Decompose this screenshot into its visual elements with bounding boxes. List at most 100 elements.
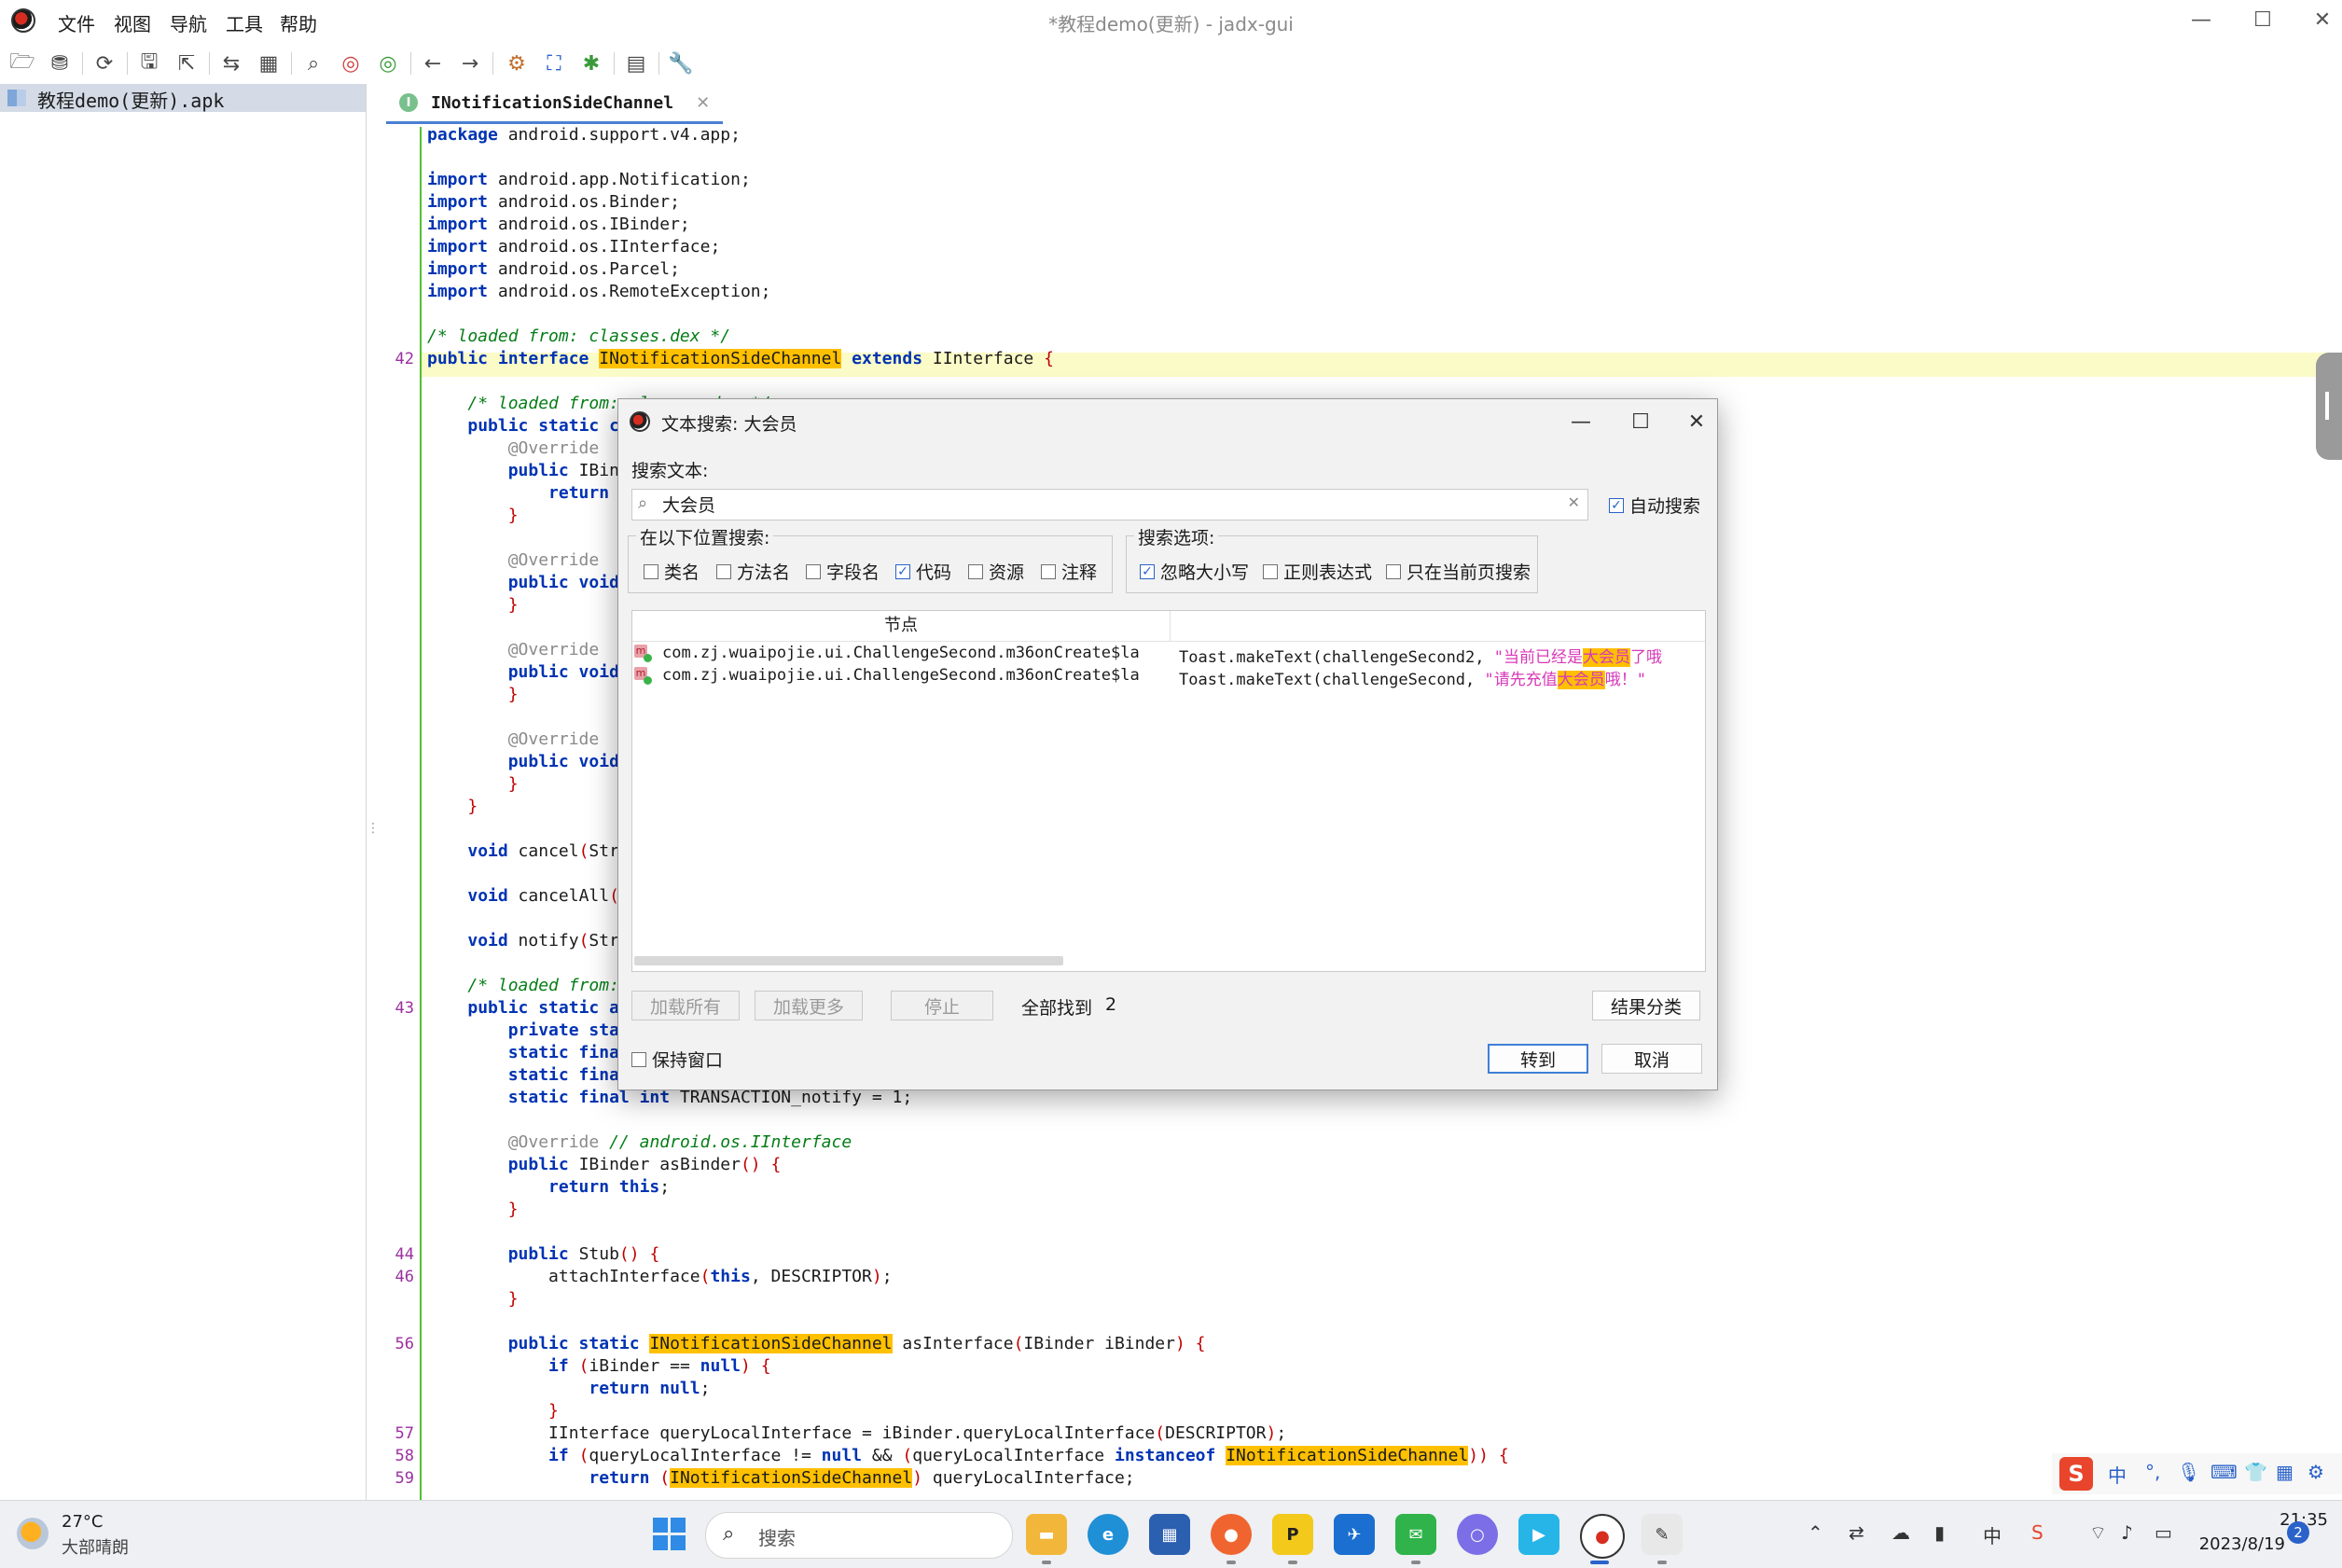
clear-search-icon[interactable]: ✕ — [1568, 493, 1580, 511]
open-file-icon[interactable]: 🗁 — [7, 49, 37, 78]
auto-search-checkbox[interactable]: ✓ 自动搜索 — [1609, 493, 1700, 518]
current-page-only-checkbox[interactable]: 只在当前页搜索 — [1386, 559, 1531, 584]
tray-app-icon[interactable]: ⇄ — [1849, 1521, 1864, 1544]
dialog-maximize-button[interactable]: ☐ — [1622, 407, 1659, 438]
sogou-ime-icon[interactable]: S — [2059, 1457, 2093, 1491]
firefox-icon[interactable]: ● — [1211, 1514, 1252, 1555]
skin-icon[interactable]: 👕 — [2244, 1461, 2267, 1483]
potplayer-icon[interactable]: P — [1272, 1514, 1313, 1555]
splitter-handle[interactable]: ⋮ — [367, 821, 380, 840]
edge-browser-icon[interactable]: e — [1088, 1514, 1129, 1555]
search-input[interactable] — [662, 492, 1558, 516]
code-line: import android.os.IInterface; — [427, 237, 721, 257]
back-icon[interactable]: ← — [418, 49, 448, 78]
file-explorer-icon[interactable]: ▬ — [1026, 1514, 1067, 1555]
code-line: } — [507, 774, 519, 794]
tree-item-apk[interactable]: 教程demo(更新).apk — [0, 84, 366, 112]
quark-icon[interactable]: ⛶ — [539, 49, 569, 78]
sogou-tray-icon[interactable]: S — [2031, 1521, 2044, 1544]
line-number: 57 — [395, 1424, 414, 1443]
maximize-button[interactable]: ☐ — [2244, 6, 2281, 35]
ime-settings-icon[interactable]: ⚙ — [2307, 1461, 2324, 1483]
goto-button[interactable]: 转到 — [1488, 1044, 1588, 1074]
volume-icon[interactable]: ♪ — [2121, 1521, 2133, 1544]
find-usage-icon[interactable]: ◎ — [373, 49, 403, 78]
find-class-icon[interactable]: ◎ — [336, 49, 366, 78]
scope-field-checkbox[interactable]: 字段名 — [806, 559, 880, 584]
ime-language[interactable]: 中 — [2108, 1461, 2127, 1488]
result-row[interactable]: m com.zj.wuaipojie.ui.ChallengeSecond.m3… — [632, 665, 1705, 689]
keyboard-icon[interactable]: ⌨ — [2210, 1461, 2238, 1483]
auto-search-label: 自动搜索 — [1629, 496, 1701, 517]
line-number: 44 — [395, 1245, 414, 1264]
microphone-icon[interactable]: 🎙 — [2177, 1461, 2200, 1483]
punctuation-icon[interactable]: °, — [2145, 1461, 2160, 1483]
onedrive-icon[interactable]: ☁ — [1892, 1521, 1910, 1544]
toolbox-icon[interactable]: ▦ — [2276, 1461, 2293, 1483]
load-more-button[interactable]: 加载更多 — [755, 991, 863, 1020]
deobfuscation-icon[interactable]: ⚙ — [502, 49, 532, 78]
flatten-packages-icon[interactable]: ▦ — [254, 49, 284, 78]
code-line: return null; — [589, 1379, 711, 1398]
column-header-node[interactable]: 节点 — [632, 611, 1171, 641]
log-icon[interactable]: ▤ — [621, 49, 651, 78]
editor-scrollbar-thumb[interactable] — [2316, 353, 2342, 460]
weather-icon[interactable] — [17, 1518, 49, 1549]
ignore-case-checkbox[interactable]: ✓ 忽略大小写 — [1140, 559, 1249, 584]
wechat-icon[interactable]: ✉ — [1395, 1514, 1436, 1555]
battery-icon[interactable]: ▭ — [2155, 1521, 2172, 1544]
scope-method-checkbox[interactable]: 方法名 — [716, 559, 790, 584]
group-results-button[interactable]: 结果分类 — [1592, 991, 1700, 1020]
ime-indicator-icon[interactable]: 中 — [1983, 1521, 2002, 1548]
clock-date[interactable]: 2023/8/19 — [2192, 1534, 2285, 1554]
tray-app-icon[interactable]: ▮ — [1934, 1521, 1945, 1544]
cancel-button[interactable]: 取消 — [1601, 1044, 1702, 1074]
options-legend: 搜索选项: — [1134, 524, 1219, 549]
search-icon[interactable]: ⌕ — [298, 49, 328, 78]
checkbox-label: 忽略大小写 — [1160, 562, 1250, 583]
checkbox-box — [644, 563, 658, 579]
result-row[interactable]: m com.zj.wuaipojie.ui.ChallengeSecond.m3… — [632, 643, 1705, 667]
sync-tree-icon[interactable]: ⇆ — [216, 49, 246, 78]
debug-icon[interactable]: ✱ — [576, 49, 606, 78]
dialog-minimize-button[interactable]: — — [1562, 407, 1600, 438]
microsoft-store-icon[interactable]: ▦ — [1149, 1514, 1190, 1555]
jadx-taskbar-icon[interactable]: ● — [1580, 1514, 1625, 1559]
save-all-icon[interactable]: 🖫 — [134, 49, 164, 78]
load-all-button[interactable]: 加载所有 — [631, 991, 740, 1020]
regex-checkbox[interactable]: 正则表达式 — [1263, 559, 1372, 584]
search-field[interactable]: ⌕ ✕ — [631, 489, 1588, 520]
taskbar-search[interactable]: ⌕ 搜索 — [705, 1512, 1013, 1559]
scope-code-checkbox[interactable]: ✓ 代码 — [895, 559, 951, 584]
search-results-table[interactable]: 节点 m com.zj.wuaipojie.ui.ChallengeSecond… — [631, 610, 1706, 972]
preferences-icon[interactable]: 🔧 — [666, 49, 696, 78]
code-line: public IBinder asBinder() { — [507, 1155, 782, 1174]
start-button[interactable] — [653, 1518, 686, 1551]
notification-badge[interactable]: 2 — [2287, 1521, 2309, 1544]
sync-icon[interactable]: ⟳ — [90, 49, 119, 78]
toolbar-divider — [127, 52, 128, 75]
results-horizontal-scrollbar[interactable] — [634, 956, 1063, 965]
feishu-icon[interactable]: ✈ — [1334, 1514, 1375, 1555]
scope-class-checkbox[interactable]: 类名 — [644, 559, 700, 584]
keep-window-checkbox[interactable]: 保持窗口 — [631, 1047, 723, 1072]
stop-button[interactable]: 停止 — [891, 991, 993, 1020]
scope-resource-checkbox[interactable]: 资源 — [968, 559, 1024, 584]
forward-icon[interactable]: → — [455, 49, 485, 78]
show-hidden-icons[interactable]: ⌃ — [1808, 1521, 1823, 1544]
dialog-close-button[interactable]: ✕ — [1678, 407, 1715, 438]
tab-inotificationsidechannel[interactable]: I INotificationSideChannel ✕ — [386, 84, 724, 124]
wifi-icon[interactable]: ⌔ — [2089, 1521, 2107, 1545]
code-line: } — [507, 595, 519, 615]
close-tab-icon[interactable]: ✕ — [696, 93, 710, 113]
scope-comment-checkbox[interactable]: 注释 — [1041, 559, 1097, 584]
export-icon[interactable]: ⇱ — [172, 49, 201, 78]
minimize-button[interactable]: — — [2183, 6, 2220, 35]
clock-time[interactable]: 21:35 — [2238, 1510, 2328, 1530]
close-button[interactable]: ✕ — [2304, 6, 2341, 35]
media-player-icon[interactable]: ▶ — [1518, 1514, 1559, 1555]
app-generic-icon[interactable]: ✎ — [1642, 1514, 1683, 1555]
app-circle-icon[interactable]: ○ — [1457, 1514, 1498, 1555]
add-files-icon[interactable]: ⛃ — [45, 49, 75, 78]
checkbox-label: 字段名 — [826, 562, 880, 583]
